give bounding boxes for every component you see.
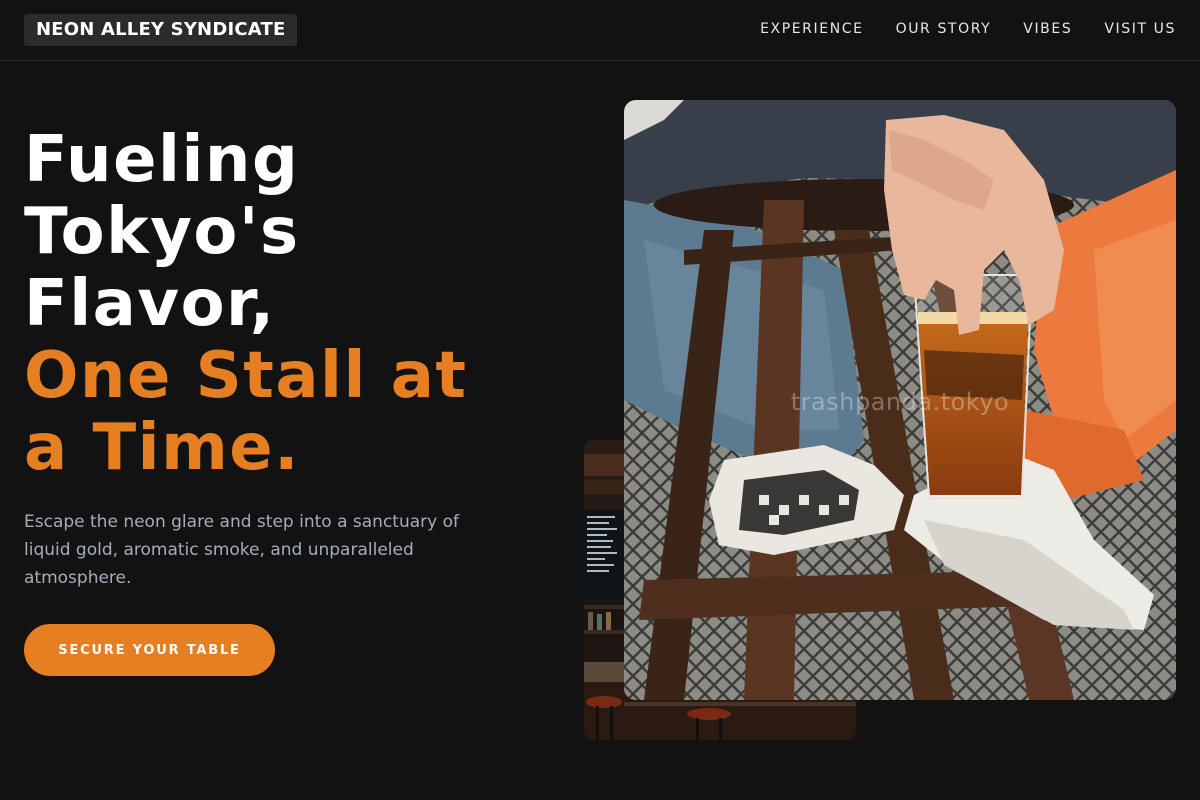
headline-line: Flavor, (24, 267, 276, 341)
site-header: NEON ALLEY SYNDICATE EXPERIENCE OUR STOR… (0, 0, 1200, 61)
main-nav: EXPERIENCE OUR STORY VIBES VISIT US (760, 21, 1176, 37)
headline-accent-line: a Time. (24, 411, 300, 485)
beer-stool-photo: trashpanda.tokyo (624, 100, 1176, 700)
nav-link-our-story[interactable]: OUR STORY (896, 21, 992, 37)
headline-line: Fueling (24, 123, 300, 197)
secure-table-button[interactable]: SECURE YOUR TABLE (24, 624, 275, 676)
headline-line: Tokyo's (24, 195, 300, 269)
nav-link-experience[interactable]: EXPERIENCE (760, 21, 864, 37)
brand-logo[interactable]: NEON ALLEY SYNDICATE (24, 14, 298, 46)
hero-headline: Fueling Tokyo's Flavor, One Stall at a T… (24, 124, 564, 484)
hero-subtext: Escape the neon glare and step into a sa… (24, 512, 459, 588)
headline-accent-line: One Stall at (24, 339, 468, 413)
nav-link-visit-us[interactable]: VISIT US (1104, 21, 1176, 37)
photo-watermark: trashpanda.tokyo (790, 388, 1010, 416)
nav-link-vibes[interactable]: VIBES (1023, 21, 1072, 37)
